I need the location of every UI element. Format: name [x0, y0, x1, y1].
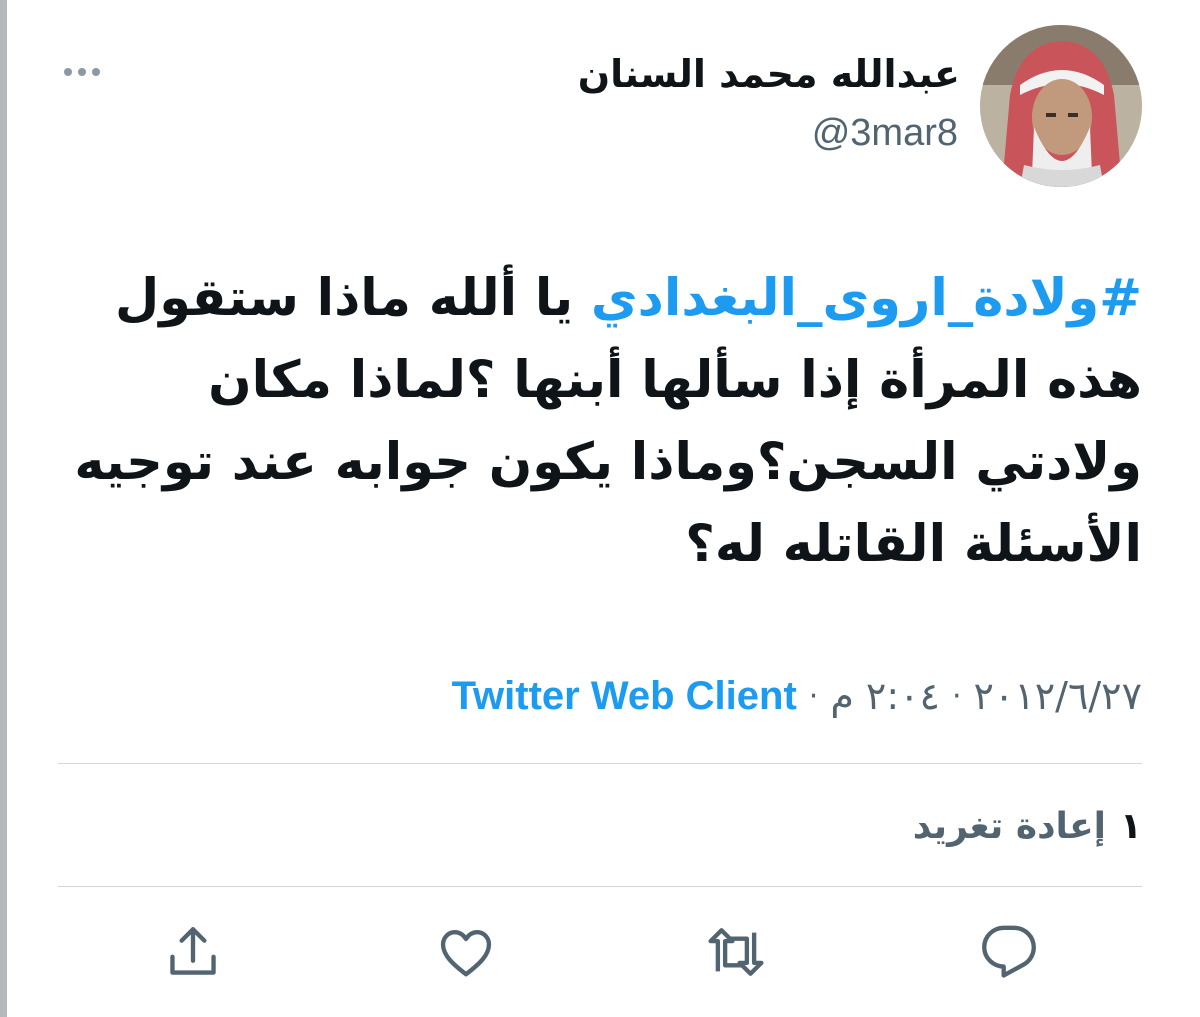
- author-display-name[interactable]: عبدالله محمد السنان: [578, 48, 960, 100]
- heart-icon: [440, 930, 492, 977]
- retweet-button[interactable]: [704, 920, 768, 984]
- more-horizontal-icon: [78, 68, 86, 76]
- reply-icon: [982, 925, 1036, 978]
- more-options-button[interactable]: [58, 52, 106, 92]
- meta-separator: ·: [808, 678, 819, 714]
- retweet-count: ١: [1120, 805, 1142, 847]
- tweet-text: #ولادة_اروى_البغدادي يا ألله ماذا ستقول …: [52, 258, 1142, 586]
- author-handle[interactable]: @3mar8: [812, 108, 958, 158]
- tweet-source-link[interactable]: Twitter Web Client: [452, 674, 797, 719]
- more-horizontal-icon: [92, 68, 100, 76]
- divider: [58, 763, 1142, 764]
- tweet-metadata: ٢٠١٢/٦/٢٧ · ٢:٠٤ م · Twitter Web Client: [452, 666, 1142, 726]
- reply-button[interactable]: [977, 920, 1041, 984]
- avatar[interactable]: [980, 25, 1142, 187]
- more-horizontal-icon: [64, 68, 72, 76]
- share-icon: [170, 927, 216, 975]
- tweet-time[interactable]: ٢:٠٤ م: [830, 674, 940, 718]
- share-button[interactable]: [161, 920, 225, 984]
- divider: [58, 886, 1142, 887]
- retweet-icon: [708, 928, 764, 976]
- like-button[interactable]: [434, 920, 498, 984]
- tweet-date[interactable]: ٢٠١٢/٦/٢٧: [974, 674, 1142, 718]
- avatar-image: [980, 25, 1142, 187]
- left-border: [0, 0, 7, 1017]
- retweet-label: إعادة تغريد: [912, 805, 1107, 847]
- meta-separator: ·: [951, 678, 962, 714]
- retweet-stats[interactable]: ١ إعادة تغريد: [913, 798, 1142, 854]
- hashtag-link[interactable]: #ولادة_اروى_البغدادي: [591, 269, 1142, 328]
